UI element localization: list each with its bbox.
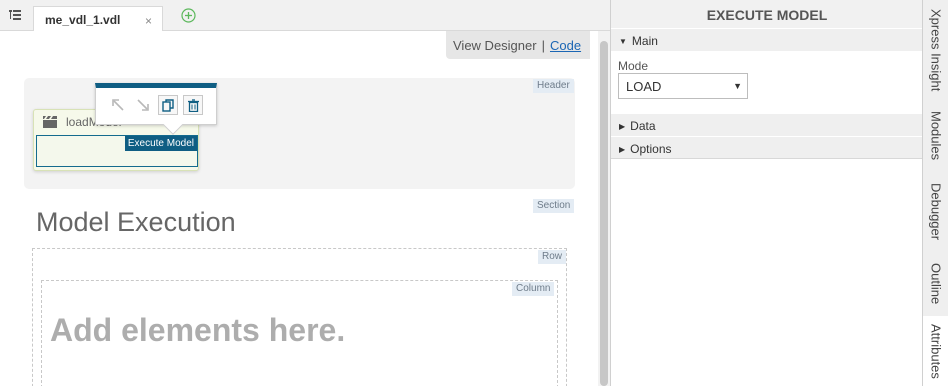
expanded-triangle-icon: ▼ xyxy=(619,37,627,46)
move-up-button[interactable] xyxy=(108,95,128,115)
designer-scrollbar[interactable] xyxy=(598,31,610,386)
view-designer-label: View Designer xyxy=(453,38,537,53)
move-down-button[interactable] xyxy=(133,95,153,115)
tab-xpress-insight-label: Xpress Insight xyxy=(928,8,944,92)
tab-attributes-label: Attributes xyxy=(928,323,944,379)
attributes-panel: EXECUTE MODEL ▼ Main Mode LOAD ▼ ▶ Data ▶ O… xyxy=(610,0,923,386)
copy-button[interactable] xyxy=(158,95,178,115)
add-circle-icon[interactable] xyxy=(181,8,196,23)
group-main[interactable]: ▼ Main xyxy=(611,29,923,51)
collapsed-triangle-icon: ▶ xyxy=(619,145,626,154)
tab-vdl-file[interactable]: me_vdl_1.vdl × xyxy=(33,6,163,32)
tab-xpress-insight[interactable]: Xpress Insight xyxy=(923,0,948,100)
code-link[interactable]: Code xyxy=(550,38,581,53)
tab-outline-label: Outline xyxy=(928,263,944,305)
app-root: me_vdl_1.vdl × View Designer | Code Header… xyxy=(0,0,948,386)
widget-drop-area[interactable]: Execute Model xyxy=(36,135,198,167)
panel-title: EXECUTE MODEL xyxy=(611,0,923,28)
trash-icon xyxy=(187,98,199,112)
tab-modules[interactable]: Modules xyxy=(923,100,948,172)
tab-attributes[interactable]: Attributes xyxy=(923,316,948,386)
add-elements-placeholder: Add elements here. xyxy=(50,312,346,348)
tab-modules-label: Modules xyxy=(928,111,944,161)
widget-toolbar-popover xyxy=(95,83,217,135)
tab-outline[interactable]: Outline xyxy=(923,252,948,316)
row-tag: Row xyxy=(538,250,567,264)
section-title[interactable]: Model Execution xyxy=(36,207,236,238)
chevron-down-icon: ▼ xyxy=(733,81,742,91)
column-tag: Column xyxy=(512,282,555,296)
collapsed-triangle-icon: ▶ xyxy=(619,122,626,131)
scrollbar-thumb[interactable] xyxy=(600,41,608,386)
tab-label: me_vdl_1.vdl xyxy=(45,13,121,27)
group-options[interactable]: ▶ Options xyxy=(611,137,923,159)
execute-model-badge: Execute Model xyxy=(124,136,197,151)
panel-divider xyxy=(611,158,923,159)
group-main-label: Main xyxy=(631,34,658,48)
group-data-label: Data xyxy=(630,119,656,133)
mode-select[interactable]: LOAD ▼ xyxy=(618,73,748,99)
view-toggle: View Designer | Code xyxy=(446,31,590,59)
arrow-down-right-icon xyxy=(137,99,149,111)
copy-icon xyxy=(161,98,174,112)
side-tabs: Xpress Insight Modules Debugger Outline … xyxy=(922,0,948,386)
section-tag: Section xyxy=(533,199,575,213)
editor-tabbar: me_vdl_1.vdl × xyxy=(0,0,610,32)
designer-canvas: View Designer | Code Header loadModel Exec… xyxy=(0,31,598,386)
arrow-up-left-icon xyxy=(112,99,124,111)
group-data[interactable]: ▶ Data xyxy=(611,114,923,136)
close-tab-icon[interactable]: × xyxy=(145,14,152,28)
tab-debugger[interactable]: Debugger xyxy=(923,172,948,252)
tree-menu-icon[interactable] xyxy=(8,8,22,22)
delete-button[interactable] xyxy=(183,95,203,115)
header-tag: Header xyxy=(533,79,574,93)
toggle-separator: | xyxy=(541,38,545,53)
mode-value: LOAD xyxy=(626,79,662,94)
tab-debugger-label: Debugger xyxy=(928,183,944,241)
mode-label: Mode xyxy=(618,59,649,73)
group-options-label: Options xyxy=(630,142,672,156)
clapperboard-icon xyxy=(43,116,57,128)
